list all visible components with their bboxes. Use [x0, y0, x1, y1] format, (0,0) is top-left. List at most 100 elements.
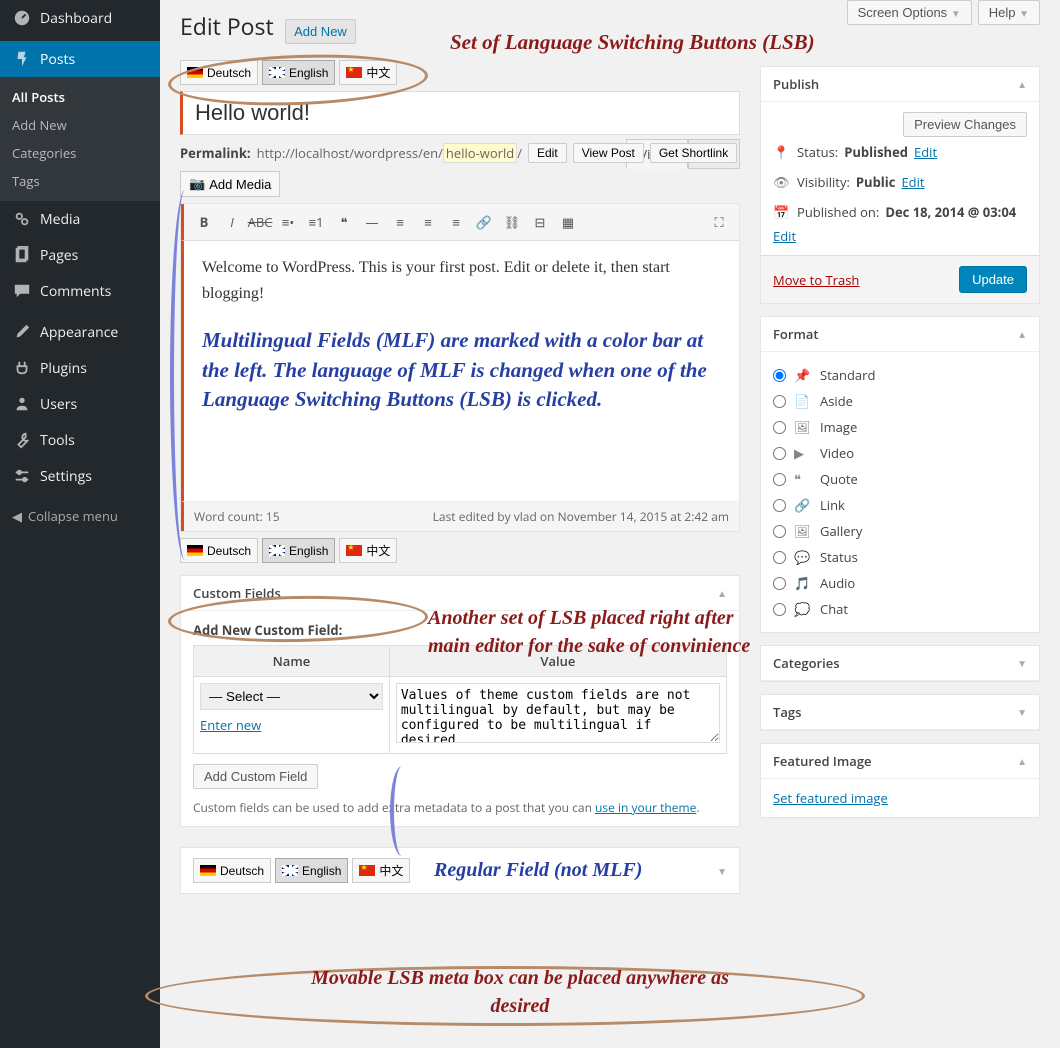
audio-icon: 🎵: [794, 574, 812, 592]
dashboard-icon: [12, 8, 32, 28]
categories-header[interactable]: Categories▼: [761, 646, 1039, 681]
hr-button[interactable]: —: [360, 210, 384, 234]
align-left-button[interactable]: ≡: [388, 210, 412, 234]
annotation-oval-3: [145, 966, 865, 1026]
ol-button[interactable]: ≡1: [304, 210, 328, 234]
collapse-menu-button[interactable]: ◀ Collapse menu: [0, 499, 160, 533]
strike-button[interactable]: ABC: [248, 210, 272, 234]
sidebar-item-appearance[interactable]: Appearance: [0, 314, 160, 350]
sub-tags[interactable]: Tags: [0, 167, 160, 195]
lang-de-button[interactable]: Deutsch: [193, 858, 271, 883]
get-shortlink-button[interactable]: Get Shortlink: [650, 143, 737, 163]
edit-status-link[interactable]: Edit: [914, 143, 937, 161]
italic-button[interactable]: I: [220, 210, 244, 234]
lang-en-button[interactable]: English: [262, 60, 335, 85]
align-center-button[interactable]: ≡: [416, 210, 440, 234]
update-button[interactable]: Update: [959, 266, 1027, 293]
add-media-button[interactable]: 📷Add Media: [180, 171, 280, 197]
edit-date-link[interactable]: Edit: [773, 227, 796, 245]
add-new-button[interactable]: Add New: [285, 19, 356, 44]
format-header[interactable]: Format ▲: [761, 317, 1039, 352]
format-image[interactable]: 🖼Image: [773, 414, 1027, 440]
sidebar-item-comments[interactable]: Comments: [0, 273, 160, 309]
format-quote[interactable]: ❝Quote: [773, 466, 1027, 492]
link-icon: 🔗: [794, 496, 812, 514]
sub-all-posts[interactable]: All Posts: [0, 83, 160, 111]
tags-header[interactable]: Tags▼: [761, 695, 1039, 730]
cf-value-textarea[interactable]: Values of theme custom fields are not mu…: [396, 683, 720, 743]
box-title: Custom Fields: [193, 584, 281, 602]
add-new-cf-label: Add New Custom Field:: [193, 621, 342, 639]
fullscreen-button[interactable]: ⛶: [707, 210, 731, 234]
key-icon: 📍: [773, 143, 791, 161]
cf-name-select[interactable]: — Select —: [200, 683, 383, 710]
tools-icon: [12, 430, 32, 450]
format-chat[interactable]: 💭Chat: [773, 596, 1027, 622]
plug-icon: [12, 358, 32, 378]
format-aside[interactable]: 📄Aside: [773, 388, 1027, 414]
unlink-button[interactable]: ⛓: [500, 210, 524, 234]
lang-zh-button[interactable]: 中文: [339, 538, 397, 563]
format-link[interactable]: 🔗Link: [773, 492, 1027, 518]
align-right-button[interactable]: ≡: [444, 210, 468, 234]
sidebar-item-users[interactable]: Users: [0, 386, 160, 422]
featured-image-header[interactable]: Featured Image▲: [761, 744, 1039, 779]
language-switch-metabox[interactable]: Deutsch English 中文 ▼: [180, 847, 740, 894]
custom-fields-header[interactable]: Custom Fields ▲: [181, 576, 739, 611]
edit-visibility-link[interactable]: Edit: [901, 173, 924, 191]
sub-add-new[interactable]: Add New: [0, 111, 160, 139]
sidebar-item-media[interactable]: Media: [0, 201, 160, 237]
sidebar-item-tools[interactable]: Tools: [0, 422, 160, 458]
permalink-slug[interactable]: hello-world: [443, 143, 517, 163]
chevron-down-icon[interactable]: ▼: [717, 864, 727, 878]
set-featured-image-link[interactable]: Set featured image: [773, 789, 888, 807]
camera-icon: 📷: [189, 176, 205, 192]
publish-header[interactable]: Publish ▲: [761, 67, 1039, 102]
add-custom-field-button[interactable]: Add Custom Field: [193, 764, 318, 789]
categories-box: Categories▼: [760, 645, 1040, 682]
link-button[interactable]: 🔗: [472, 210, 496, 234]
cf-note-link[interactable]: use in your theme: [595, 799, 696, 816]
toolbar-toggle-button[interactable]: ▦: [556, 210, 580, 234]
sidebar-label: Posts: [40, 50, 75, 69]
box-title: Publish: [773, 75, 819, 93]
cf-enter-new-link[interactable]: Enter new: [200, 716, 261, 734]
permalink-edit-button[interactable]: Edit: [528, 143, 567, 163]
flag-de-icon: [200, 865, 216, 876]
lang-de-button[interactable]: Deutsch: [180, 538, 258, 563]
format-video[interactable]: ▶Video: [773, 440, 1027, 466]
sidebar-label: Tools: [40, 431, 75, 450]
quote-button[interactable]: ❝: [332, 210, 356, 234]
help-button[interactable]: Help ▼: [978, 0, 1040, 25]
editor-footer: Word count: 15 Last edited by vlad on No…: [181, 501, 739, 531]
preview-changes-button[interactable]: Preview Changes: [903, 112, 1027, 137]
format-status[interactable]: 💬Status: [773, 544, 1027, 570]
editor-toolbar: B I ABC ≡• ≡1 ❝ — ≡ ≡ ≡ 🔗 ⛓ ⊟ ▦ ⛶: [181, 204, 739, 241]
lang-en-button[interactable]: English: [275, 858, 348, 883]
sidebar-item-posts[interactable]: Posts: [0, 41, 160, 77]
lang-en-button[interactable]: English: [262, 538, 335, 563]
cf-note: Custom fields can be used to add extra m…: [193, 799, 727, 816]
users-icon: [12, 394, 32, 414]
sidebar-item-pages[interactable]: Pages: [0, 237, 160, 273]
format-standard[interactable]: 📌Standard: [773, 362, 1027, 388]
lang-zh-button[interactable]: 中文: [352, 858, 410, 883]
pin-icon: [12, 49, 32, 69]
view-post-button[interactable]: View Post: [573, 143, 644, 163]
more-button[interactable]: ⊟: [528, 210, 552, 234]
lang-zh-button[interactable]: 中文: [339, 60, 397, 85]
format-gallery[interactable]: 🖼Gallery: [773, 518, 1027, 544]
post-title-input[interactable]: [180, 91, 740, 135]
editor-content-area[interactable]: Welcome to WordPress. This is your first…: [181, 241, 739, 501]
lang-de-button[interactable]: Deutsch: [180, 60, 258, 85]
sub-categories[interactable]: Categories: [0, 139, 160, 167]
format-audio[interactable]: 🎵Audio: [773, 570, 1027, 596]
sidebar-item-dashboard[interactable]: Dashboard: [0, 0, 160, 36]
move-to-trash-link[interactable]: Move to Trash: [773, 271, 859, 289]
flag-zh-icon: [346, 545, 362, 556]
bold-button[interactable]: B: [192, 210, 216, 234]
ul-button[interactable]: ≡•: [276, 210, 300, 234]
screen-options-button[interactable]: Screen Options ▼: [847, 0, 972, 25]
sidebar-item-plugins[interactable]: Plugins: [0, 350, 160, 386]
sidebar-item-settings[interactable]: Settings: [0, 458, 160, 494]
